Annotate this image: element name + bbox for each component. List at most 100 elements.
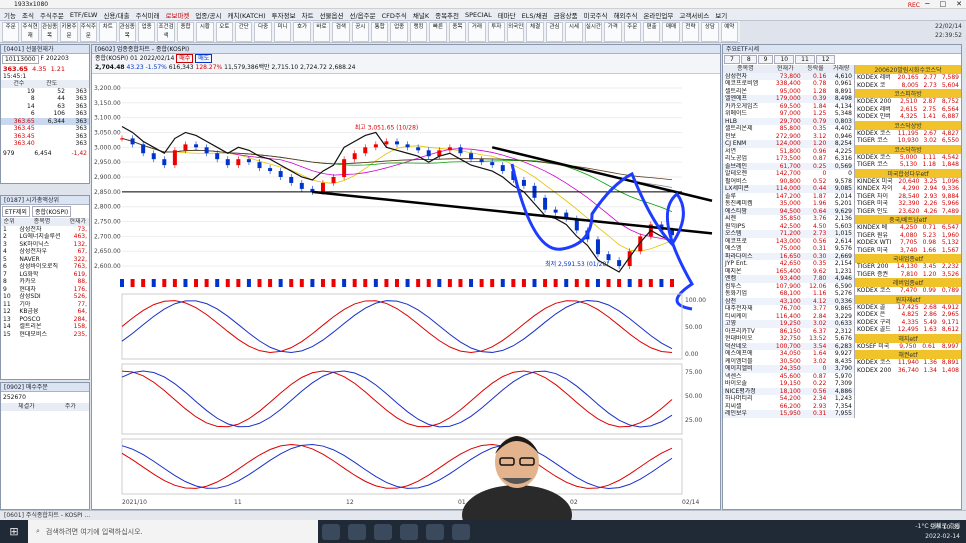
etf-row[interactable]: 오스템 71,200 2.73 1,015 [723, 230, 854, 238]
menu-item[interactable]: CFD주식 [382, 10, 407, 20]
etf-section-row[interactable]: KODEX 구리 4,335 5.49 9,171 [855, 319, 961, 327]
toolbar-button[interactable]: 시황 [196, 22, 214, 42]
chart-canvas[interactable]: 3,200.00 3,150.00 3,100.00 3,050.00 3,000.00… [92, 74, 720, 508]
toolbar-button[interactable]: 전략 [681, 22, 700, 42]
marketcap-row[interactable]: 10 삼성SDI 526, [1, 293, 89, 301]
marketcap-row[interactable]: 11 기아 77, [1, 301, 89, 309]
marketcap-row[interactable]: 5 NAVER 322, [1, 256, 89, 264]
marketcap-row[interactable]: 15 현대모비스 235, [1, 331, 89, 339]
etf-row[interactable]: 솔루 147,200 1.87 2,014 [723, 193, 854, 201]
etf-section-row[interactable]: TIGER 미국 3,740 1.66 1,567 [855, 247, 961, 255]
etf-section-row[interactable]: KODEX 코 8,005 2.73 5,604 [855, 82, 961, 90]
marketcap-row[interactable]: 3 SK하이닉스 132, [1, 241, 89, 249]
chart-period[interactable]: 01 [130, 55, 138, 62]
etf-row[interactable]: 현대바이오 32,750 13.52 5,676 [723, 335, 854, 343]
toolbar-button[interactable]: 투자 [487, 22, 505, 42]
menu-item[interactable]: 온라인업무 [643, 10, 673, 20]
toolbar-button[interactable]: 오토 [215, 22, 234, 42]
marketcap-row[interactable]: 2 LG에너지솔루션 463, [1, 233, 89, 241]
etf-section-row[interactable]: KODEX 코스 11,940 1.36 8,891 [855, 359, 961, 367]
toolbar-button[interactable]: 주문 [2, 22, 20, 42]
etf-row[interactable]: 지씨셀 66,200 2.93 7,354 [723, 403, 854, 411]
etf-section-row[interactable]: KODEX 골드 12,495 1.63 8,612 [855, 326, 961, 334]
etf-tab[interactable]: 11 [795, 55, 815, 64]
menu-item[interactable]: ETF/ELW [70, 11, 98, 19]
etf-row[interactable]: 원익IPS 42,500 4.50 5,603 [723, 223, 854, 231]
menu-item[interactable]: 미국주식 [584, 10, 608, 20]
marketcap-row[interactable]: 14 셀트리온 158, [1, 323, 89, 331]
etf-row[interactable]: 에스에프에 34,050 1.64 9,927 [723, 350, 854, 358]
toolbar-button[interactable]: 가격 [604, 22, 622, 42]
etf-row[interactable]: 씨젠 35,850 3.76 2,136 [723, 215, 854, 223]
toolbar-button[interactable]: 빠른 [429, 22, 447, 42]
close-icon[interactable]: ✕ [956, 0, 962, 9]
marketcap-row[interactable]: 13 POSCO 284, [1, 316, 89, 324]
menu-item[interactable]: 조식 [22, 10, 34, 20]
menu-item[interactable]: 채널K [413, 10, 429, 20]
etf-row[interactable]: 에코프로 143,000 0.56 2,614 [723, 238, 854, 246]
etf-section-row[interactable]: KOSEF 미국 9,750 0.61 8,997 [855, 343, 961, 351]
marketcap-row[interactable]: 12 KB금융 64, [1, 308, 89, 316]
etf-section-row[interactable]: KODEX 골 17,425 2.68 4,912 [855, 304, 961, 312]
toolbar-button[interactable]: 관심종목 [118, 22, 136, 42]
menu-item[interactable]: ELS/채권 [522, 10, 548, 20]
etf-row[interactable]: 삼천 43,100 4.12 0,336 [723, 297, 854, 305]
edge-icon[interactable] [400, 523, 418, 540]
chrome-icon[interactable] [374, 523, 392, 540]
toolbar-button[interactable]: 매매 [662, 22, 680, 42]
toolbar-button[interactable]: 바로 [312, 22, 331, 42]
toolbar-button[interactable]: 키움주문 [60, 22, 78, 42]
etf-row[interactable]: 동화기업 68,100 1.16 5,276 [723, 290, 854, 298]
toolbar-button[interactable]: 조건검색 [157, 22, 175, 42]
toolbar-button[interactable]: 간단 [235, 22, 253, 42]
toolbar-button[interactable]: 관심 [545, 22, 564, 42]
menu-item[interactable]: 선/옵주문 [349, 10, 375, 20]
etf-row[interactable]: 레인보우 15,950 0.31 7,955 [723, 410, 854, 418]
maximize-icon[interactable]: □ [940, 0, 947, 9]
chart-sell-button[interactable]: 매도 [195, 54, 213, 63]
marketcap-row[interactable]: 8 카카오 88, [1, 278, 89, 286]
etf-row[interactable]: 에코프로비엠 338,400 0.78 0,961 [723, 80, 854, 88]
menu-item[interactable]: SPECIAL [465, 11, 492, 19]
etf-section-row[interactable]: KODEX 은 4,825 2.86 2,965 [855, 311, 961, 319]
etf-row[interactable]: 아프리카TV 86,150 6.37 2,312 [723, 328, 854, 336]
etf-row[interactable]: 케이엠더블 30,500 3.02 8,435 [723, 358, 854, 366]
toolbar-button[interactable]: 호가 [293, 22, 311, 42]
etf-section-row[interactable]: KINDEX 미국 20,640 3.25 1,096 [855, 178, 961, 186]
menu-item[interactable]: 보기 [715, 10, 727, 20]
menu-item[interactable]: 주식주문 [40, 10, 64, 20]
etf-section-row[interactable]: KODEX 200 36,740 1.34 1,408 [855, 367, 961, 375]
marketcap-row[interactable]: 7 LG화학 619, [1, 271, 89, 279]
etf-row[interactable]: 리노공업 173,500 0.87 6,316 [723, 155, 854, 163]
toolbar-button[interactable]: 외국인 [506, 22, 525, 42]
etf-row[interactable]: 셀트리온 95,000 1.28 8,891 [723, 88, 854, 96]
toolbar-button[interactable]: 체결 [526, 22, 544, 42]
toolbar-button[interactable]: 랭킹 [409, 22, 428, 42]
etf-row[interactable]: HLB 29,700 0.79 0,803 [723, 117, 854, 125]
etf-section-row[interactable]: KODEX WTI 7,705 0.98 5,132 [855, 239, 961, 247]
etf-section-row[interactable]: KINDEX 차이 4,290 2.94 9,336 [855, 185, 961, 193]
taskbar-search[interactable]: ⌕ 검색하려면 여기에 입력하십시오. [28, 520, 318, 543]
etf-row[interactable]: 셀트리온제 85,800 0.35 4,402 [723, 125, 854, 133]
chart-buy-button[interactable]: 매수 [176, 54, 194, 63]
windows-start-icon[interactable]: ⊞ [0, 525, 28, 538]
futures-code-input[interactable]: 10113000 [2, 55, 39, 64]
etf-section-row[interactable]: KODEX 코스 5,000 1.11 4,542 [855, 154, 961, 162]
menu-item[interactable]: 종목추천 [435, 10, 459, 20]
etf-row[interactable]: 동진쎄미켐 35,000 1.96 5,201 [723, 200, 854, 208]
toolbar-button[interactable]: 주식주문 [79, 22, 98, 42]
menu-item[interactable]: 로보마켓 [165, 10, 189, 20]
kakaotalk-icon[interactable] [426, 523, 444, 540]
toolbar-button[interactable]: 거래 [468, 22, 486, 42]
marketcap-row[interactable]: 6 삼성바이오로직 763, [1, 263, 89, 271]
etf-row[interactable]: 넥센스 45,600 0.87 5,970 [723, 373, 854, 381]
etf-row[interactable]: JYP Ent. 42,650 0.35 2,154 [723, 260, 854, 268]
etf-tab[interactable]: 10 [774, 55, 795, 64]
etf-row[interactable]: 알테오젠 142,700 0 0 [723, 170, 854, 178]
order-code[interactable]: 252670 [1, 392, 89, 403]
toolbar-button[interactable]: 공시 [351, 22, 370, 42]
toolbar-button[interactable]: 관심종목 [40, 22, 59, 42]
toolbar-button[interactable]: 주문 [623, 22, 641, 42]
etf-row[interactable]: CJ ENM 124,000 1.20 8,254 [723, 140, 854, 148]
chart-index-select[interactable]: 종합(KOSPI) [95, 55, 128, 62]
